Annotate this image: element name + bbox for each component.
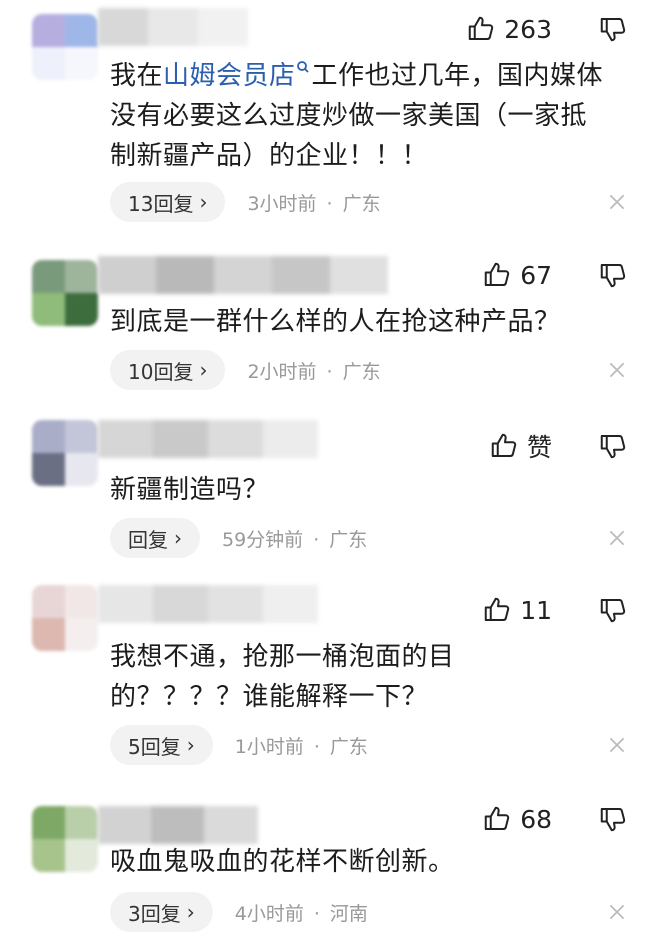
chevron-right-icon: › [186,733,195,757]
location: 广东 [342,192,381,215]
close-icon[interactable] [606,901,628,923]
chevron-right-icon: › [186,900,195,924]
comment-footer: 回复 › 59分钟前 · 广东 [110,518,628,558]
reply-label[interactable]: 回复 [128,524,168,553]
username-blurred[interactable] [98,8,248,46]
actions: 11 [482,595,628,625]
separator-dot: · [326,360,333,383]
timestamp: 1小时前 [234,735,304,758]
location: 河南 [329,902,368,925]
comment-text: 吸血鬼吸血的花样不断创新。 [110,847,455,877]
separator-dot: · [326,192,333,215]
comment-item: 67 到底是一群什么样的人在抢这种产品？ 10回复 › 2小时前 · 广东 [0,250,650,410]
like-count: 赞 [526,433,552,462]
like-count: 67 [520,260,552,290]
close-icon[interactable] [606,359,628,381]
comment-footer: 3回复 › 4小时前 · 河南 [110,892,628,932]
actions: 67 [482,260,628,290]
username-blurred[interactable] [98,585,318,623]
reply-label[interactable]: 10回复 [128,356,193,385]
thumbs-up-icon [484,597,510,621]
like-button[interactable]: 263 [466,14,552,44]
reply-label[interactable]: 5回复 [128,731,181,760]
timestamp: 4小时前 [234,902,304,925]
chevron-right-icon: › [199,358,208,382]
username-blurred[interactable] [98,806,258,844]
comment-text: 新疆制造吗？ [110,475,270,505]
like-button[interactable]: 67 [482,260,552,290]
comment-item: 263 我在山姆会员店 工作也过几年，国内媒体没有必要这么过度炒做一家美国（一家抵… [0,0,650,240]
reply-button[interactable]: 10回复 › [110,350,226,390]
actions: 68 [482,804,628,834]
reply-label[interactable]: 3回复 [128,898,181,927]
username-blurred[interactable] [98,256,388,294]
reply-button[interactable]: 3回复 › [110,892,213,932]
close-icon[interactable] [606,191,628,213]
avatar[interactable] [32,420,98,486]
avatar[interactable] [32,806,98,872]
like-button[interactable]: 68 [482,804,552,834]
comment-footer: 10回复 › 2小时前 · 广东 [110,350,628,390]
thumbs-up-icon [484,262,510,286]
thumbs-up-icon [484,806,510,830]
thumbs-up-icon [491,433,517,457]
like-button[interactable]: 11 [482,595,552,625]
thumbs-down-icon[interactable] [598,595,628,625]
reply-label[interactable]: 13回复 [128,188,193,217]
actions: 263 [466,14,628,44]
timestamp: 3小时前 [247,192,317,215]
reply-button[interactable]: 13回复 › [110,182,226,222]
separator-dot: · [313,902,320,925]
thumbs-down-icon[interactable] [598,260,628,290]
comment-footer: 13回复 › 3小时前 · 广东 [110,182,628,222]
like-count: 263 [504,14,552,44]
link-text[interactable]: 山姆会员店 [163,61,296,91]
username-blurred[interactable] [98,420,318,458]
comment-item: 11 我想不通，抢那一桶泡面的目的？？？？谁能解释一下？ 5回复 › 1小时前 · 广… [0,585,650,785]
chevron-right-icon: › [199,190,208,214]
location: 广东 [329,735,368,758]
comment-meta: 1小时前 · 广东 [235,732,368,759]
reply-button[interactable]: 5回复 › [110,725,213,765]
comment-meta: 3小时前 · 广东 [247,189,380,216]
thumbs-up-icon [469,16,494,40]
avatar[interactable] [32,14,98,80]
close-icon[interactable] [606,734,628,756]
avatar[interactable] [32,260,98,326]
thumbs-down-icon[interactable] [598,431,628,461]
actions: 赞 [489,428,628,464]
separator-dot: · [313,528,320,551]
timestamp: 59分钟前 [222,528,304,551]
location: 广东 [342,360,381,383]
like-button[interactable]: 赞 [489,428,552,464]
reply-button[interactable]: 回复 › [110,518,200,558]
timestamp: 2小时前 [247,360,317,383]
comment-text: 我在山姆会员店 工作也过几年，国内媒体没有必要这么过度炒做一家美国（一家抵制新疆产… [110,56,610,176]
separator-dot: · [313,735,320,758]
search-link[interactable]: 山姆会员店 [163,61,312,91]
comment-meta: 2小时前 · 广东 [247,357,380,384]
thumbs-down-icon[interactable] [598,14,628,44]
comment-item: 68 吸血鬼吸血的花样不断创新。 3回复 › 4小时前 · 河南 [0,792,650,946]
thumbs-down-icon[interactable] [598,804,628,834]
chevron-right-icon: › [174,526,182,550]
search-icon [296,61,309,73]
comment-text: 到底是一群什么样的人在抢这种产品？ [110,307,561,337]
comment-text: 我想不通，抢那一桶泡面的目的？？？？谁能解释一下？ [110,642,455,712]
avatar[interactable] [32,585,98,651]
text-before: 我在 [110,61,164,91]
comment-meta: 59分钟前 · 广东 [222,525,367,552]
comment-meta: 4小时前 · 河南 [235,899,368,926]
comment-item: 赞 新疆制造吗？ 回复 › 59分钟前 · 广东 [0,420,650,580]
comment-footer: 5回复 › 1小时前 · 广东 [110,725,628,765]
location: 广东 [329,528,368,551]
like-count: 11 [520,595,552,625]
like-count: 68 [520,804,552,834]
close-icon[interactable] [606,527,628,549]
